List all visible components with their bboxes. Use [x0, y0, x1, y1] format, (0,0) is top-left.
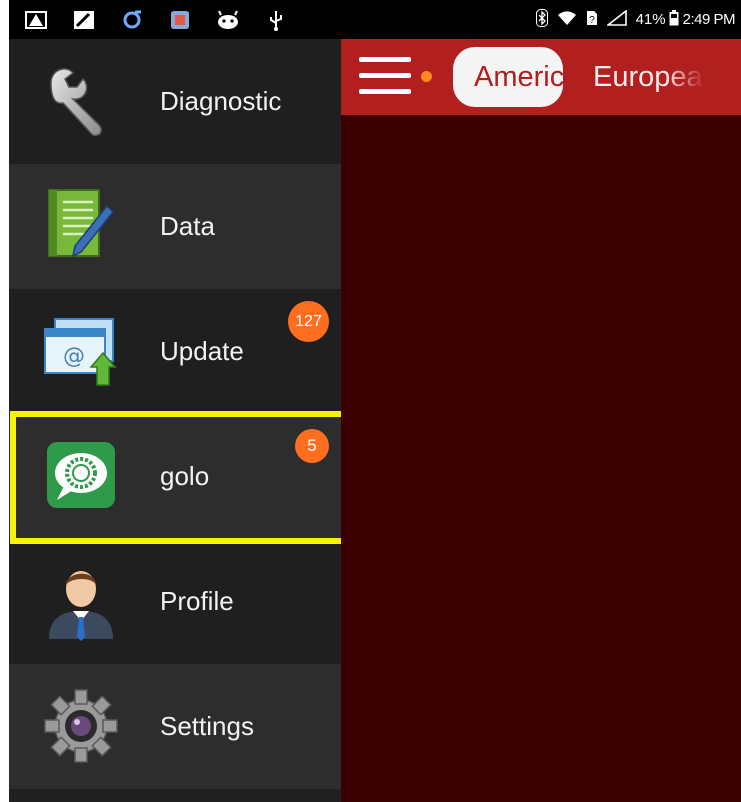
sidebar-item-update[interactable]: @ Update 127 [9, 289, 341, 414]
wifi-icon [557, 10, 577, 30]
android-icon [215, 9, 241, 31]
battery-percent: 41% [635, 11, 666, 28]
sidebar-item-label: golo [160, 461, 210, 491]
bluetooth-icon [535, 8, 548, 31]
signal-icon [605, 8, 627, 30]
status-bar: ? 41% 2:49 PM [9, 0, 741, 39]
sidebar-item-profile[interactable]: Profile [9, 539, 341, 664]
sidebar-item-label: Diagnostic [160, 86, 282, 116]
sidebar-item-label: Update [160, 336, 244, 366]
user-profile-icon [41, 561, 121, 641]
golo-count-badge: 5 [295, 429, 329, 463]
app-icon [167, 9, 193, 31]
main-content: America European [341, 39, 741, 802]
satellite-icon [71, 9, 97, 31]
golo-chat-icon [41, 436, 121, 516]
sidebar-item-label: Settings [160, 711, 254, 741]
top-bar: America European [341, 39, 741, 115]
tab-america[interactable]: America [453, 47, 563, 107]
sidebar-item-diagnostic[interactable]: Diagnostic [9, 39, 341, 164]
battery-icon [669, 9, 679, 30]
update-count-badge: 127 [288, 301, 329, 342]
svg-text:?: ? [589, 15, 595, 26]
notification-dot [421, 71, 432, 82]
usb-icon [263, 9, 289, 31]
sidebar-item-label: Data [160, 211, 215, 241]
warning-icon [23, 9, 49, 31]
hamburger-menu-icon[interactable] [359, 57, 415, 99]
sidebar-menu: Diagnostic Data @ Update 127 golo 5 Prof… [9, 39, 341, 802]
sidebar-item-label: Profile [160, 586, 234, 616]
sync-icon [119, 9, 145, 31]
wrench-icon [41, 61, 121, 141]
sidebar-item-data[interactable]: Data [9, 164, 341, 289]
gear-icon [41, 686, 121, 766]
update-mail-icon: @ [41, 311, 121, 391]
clock: 2:49 PM [682, 11, 736, 28]
notepad-pencil-icon [41, 186, 121, 266]
sidebar-item-settings[interactable]: Settings [9, 664, 341, 789]
tab-european[interactable]: European [593, 47, 705, 107]
sim-icon: ? [586, 10, 598, 30]
sidebar-item-golo[interactable]: golo 5 [9, 414, 341, 539]
svg-text:@: @ [63, 344, 85, 369]
